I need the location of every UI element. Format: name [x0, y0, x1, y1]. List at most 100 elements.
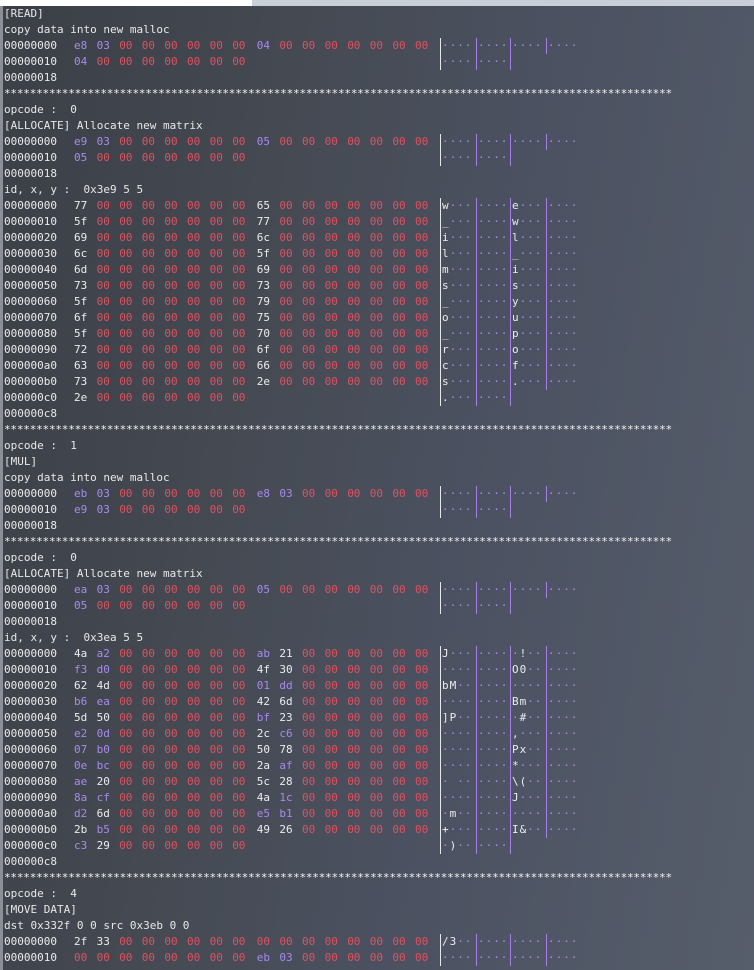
hex-byte: 00	[392, 647, 406, 660]
ascii-group-divider	[546, 374, 547, 390]
ascii-char: ·	[442, 775, 449, 788]
ascii-char: ·	[442, 503, 449, 516]
ascii-char: B	[512, 695, 519, 708]
ascii-char: ·	[534, 663, 542, 676]
ascii-group-divider	[440, 838, 441, 854]
hex-byte: 00	[119, 215, 133, 228]
hexdump-row: 00000060 5f 00 00 00 00 00 00 00 79 00 00 00 00 00 00 00…	[4, 294, 754, 310]
hex-byte: 00	[187, 359, 201, 372]
hex-byte: 6d	[96, 807, 110, 820]
ascii-char: ·	[570, 295, 578, 308]
ascii-char: ·	[457, 711, 464, 724]
ascii-group-divider	[440, 646, 441, 662]
hex-byte: 00	[119, 759, 133, 772]
hex-byte: 00	[369, 295, 384, 308]
hex-byte: 6c	[256, 231, 271, 244]
ascii-char: ·	[457, 775, 464, 788]
hex-byte: 00	[209, 487, 223, 500]
ascii-char: ·	[457, 807, 464, 820]
ascii-char: ·	[534, 199, 542, 212]
hex-byte: 00	[347, 807, 361, 820]
hex-byte: 00	[392, 583, 406, 596]
hex-byte: 00	[187, 391, 201, 404]
ascii-group-divider	[546, 38, 547, 54]
hex-byte: 00	[302, 647, 316, 660]
ascii-char: ·	[464, 391, 472, 404]
hex-byte: 00	[392, 375, 406, 388]
hex-byte: d2	[74, 807, 88, 820]
hex-byte: 00	[119, 247, 133, 260]
hex-byte: 00	[164, 263, 178, 276]
ascii-char: ·	[519, 935, 527, 948]
ascii-char: ·	[449, 375, 457, 388]
hex-byte: 00	[209, 343, 223, 356]
hexdump-address: 00000010	[4, 599, 57, 612]
ascii-group-divider	[510, 726, 511, 742]
ascii-char: ·	[464, 39, 472, 52]
ascii-group-divider	[440, 822, 441, 838]
hex-byte: 00	[324, 279, 338, 292]
hex-byte: cf	[96, 791, 110, 804]
ascii-char: ·	[548, 279, 555, 292]
ascii-char: ·	[527, 375, 534, 388]
ascii-char: ·	[570, 231, 578, 244]
ascii-char: .	[512, 375, 519, 388]
ascii-char: ·	[442, 759, 449, 772]
ascii-char: ·	[527, 711, 534, 724]
ascii-group-divider	[510, 390, 511, 406]
ascii-char: ·	[548, 951, 555, 964]
ascii-group-divider	[476, 246, 477, 262]
ascii-char: ·	[485, 807, 493, 820]
ascii-char: ·	[457, 839, 464, 852]
ascii-char: ·	[449, 55, 457, 68]
hex-byte: 00	[96, 55, 110, 68]
hex-byte: 00	[209, 263, 223, 276]
ascii-char: ·	[500, 55, 508, 68]
ascii-group-divider	[546, 198, 547, 214]
hex-byte: 5d	[74, 711, 88, 724]
ascii-char: ·	[464, 263, 472, 276]
hex-byte: 00	[141, 647, 156, 660]
hex-byte: 6d	[74, 263, 88, 276]
ascii-char: ·	[534, 343, 542, 356]
terminal-output[interactable]: [READ] copy data into new malloc 00000000 e…	[4, 6, 754, 966]
hex-byte: 00	[141, 263, 156, 276]
ascii-char: ·	[457, 583, 464, 596]
hex-byte: 00	[209, 55, 223, 68]
hexdump-row: 00000040 6d 00 00 00 00 00 00 00 69 00 00 00 00 00 00 00…	[4, 262, 754, 278]
ascii-char: J	[512, 791, 519, 804]
ascii-group-divider	[476, 822, 477, 838]
ascii-group-divider	[546, 790, 547, 806]
hex-byte: 2a	[256, 759, 271, 772]
ascii-char: ·	[563, 807, 570, 820]
ascii-char: ·	[457, 263, 464, 276]
hex-byte: 00	[415, 199, 429, 212]
output-line: opcode : 0	[4, 550, 754, 566]
ascii-char: ·	[534, 215, 542, 228]
hex-byte: 00	[347, 343, 361, 356]
hex-byte: 00	[141, 39, 156, 52]
hex-byte: 00	[141, 55, 156, 68]
hex-byte: 01	[256, 679, 271, 692]
ascii-char: ·	[563, 39, 570, 52]
ascii-char: ·	[519, 327, 527, 340]
ascii-char: ·	[457, 951, 464, 964]
ascii-char: ·	[493, 839, 500, 852]
hex-byte: 00	[324, 199, 338, 212]
hex-byte: 69	[74, 231, 88, 244]
hex-byte: 69	[256, 263, 271, 276]
hex-byte: 00	[187, 231, 201, 244]
ascii-char: ·	[534, 679, 542, 692]
hex-byte: 00	[141, 807, 156, 820]
ascii-char: ·	[570, 311, 578, 324]
hexdump-row: 00000000 2f 33 00 00 00 00 00 00 00 00 00 00 00 00 00 00…	[4, 934, 754, 950]
hex-byte: 00	[141, 199, 156, 212]
hex-byte: 00	[392, 487, 406, 500]
ascii-group-divider	[510, 806, 511, 822]
ascii-char: ·	[478, 199, 485, 212]
ascii-char: ·	[442, 135, 449, 148]
hex-byte: 00	[209, 599, 223, 612]
ascii-char: ·	[570, 807, 578, 820]
hex-byte: 00	[279, 583, 293, 596]
ascii-char: s	[512, 279, 519, 292]
